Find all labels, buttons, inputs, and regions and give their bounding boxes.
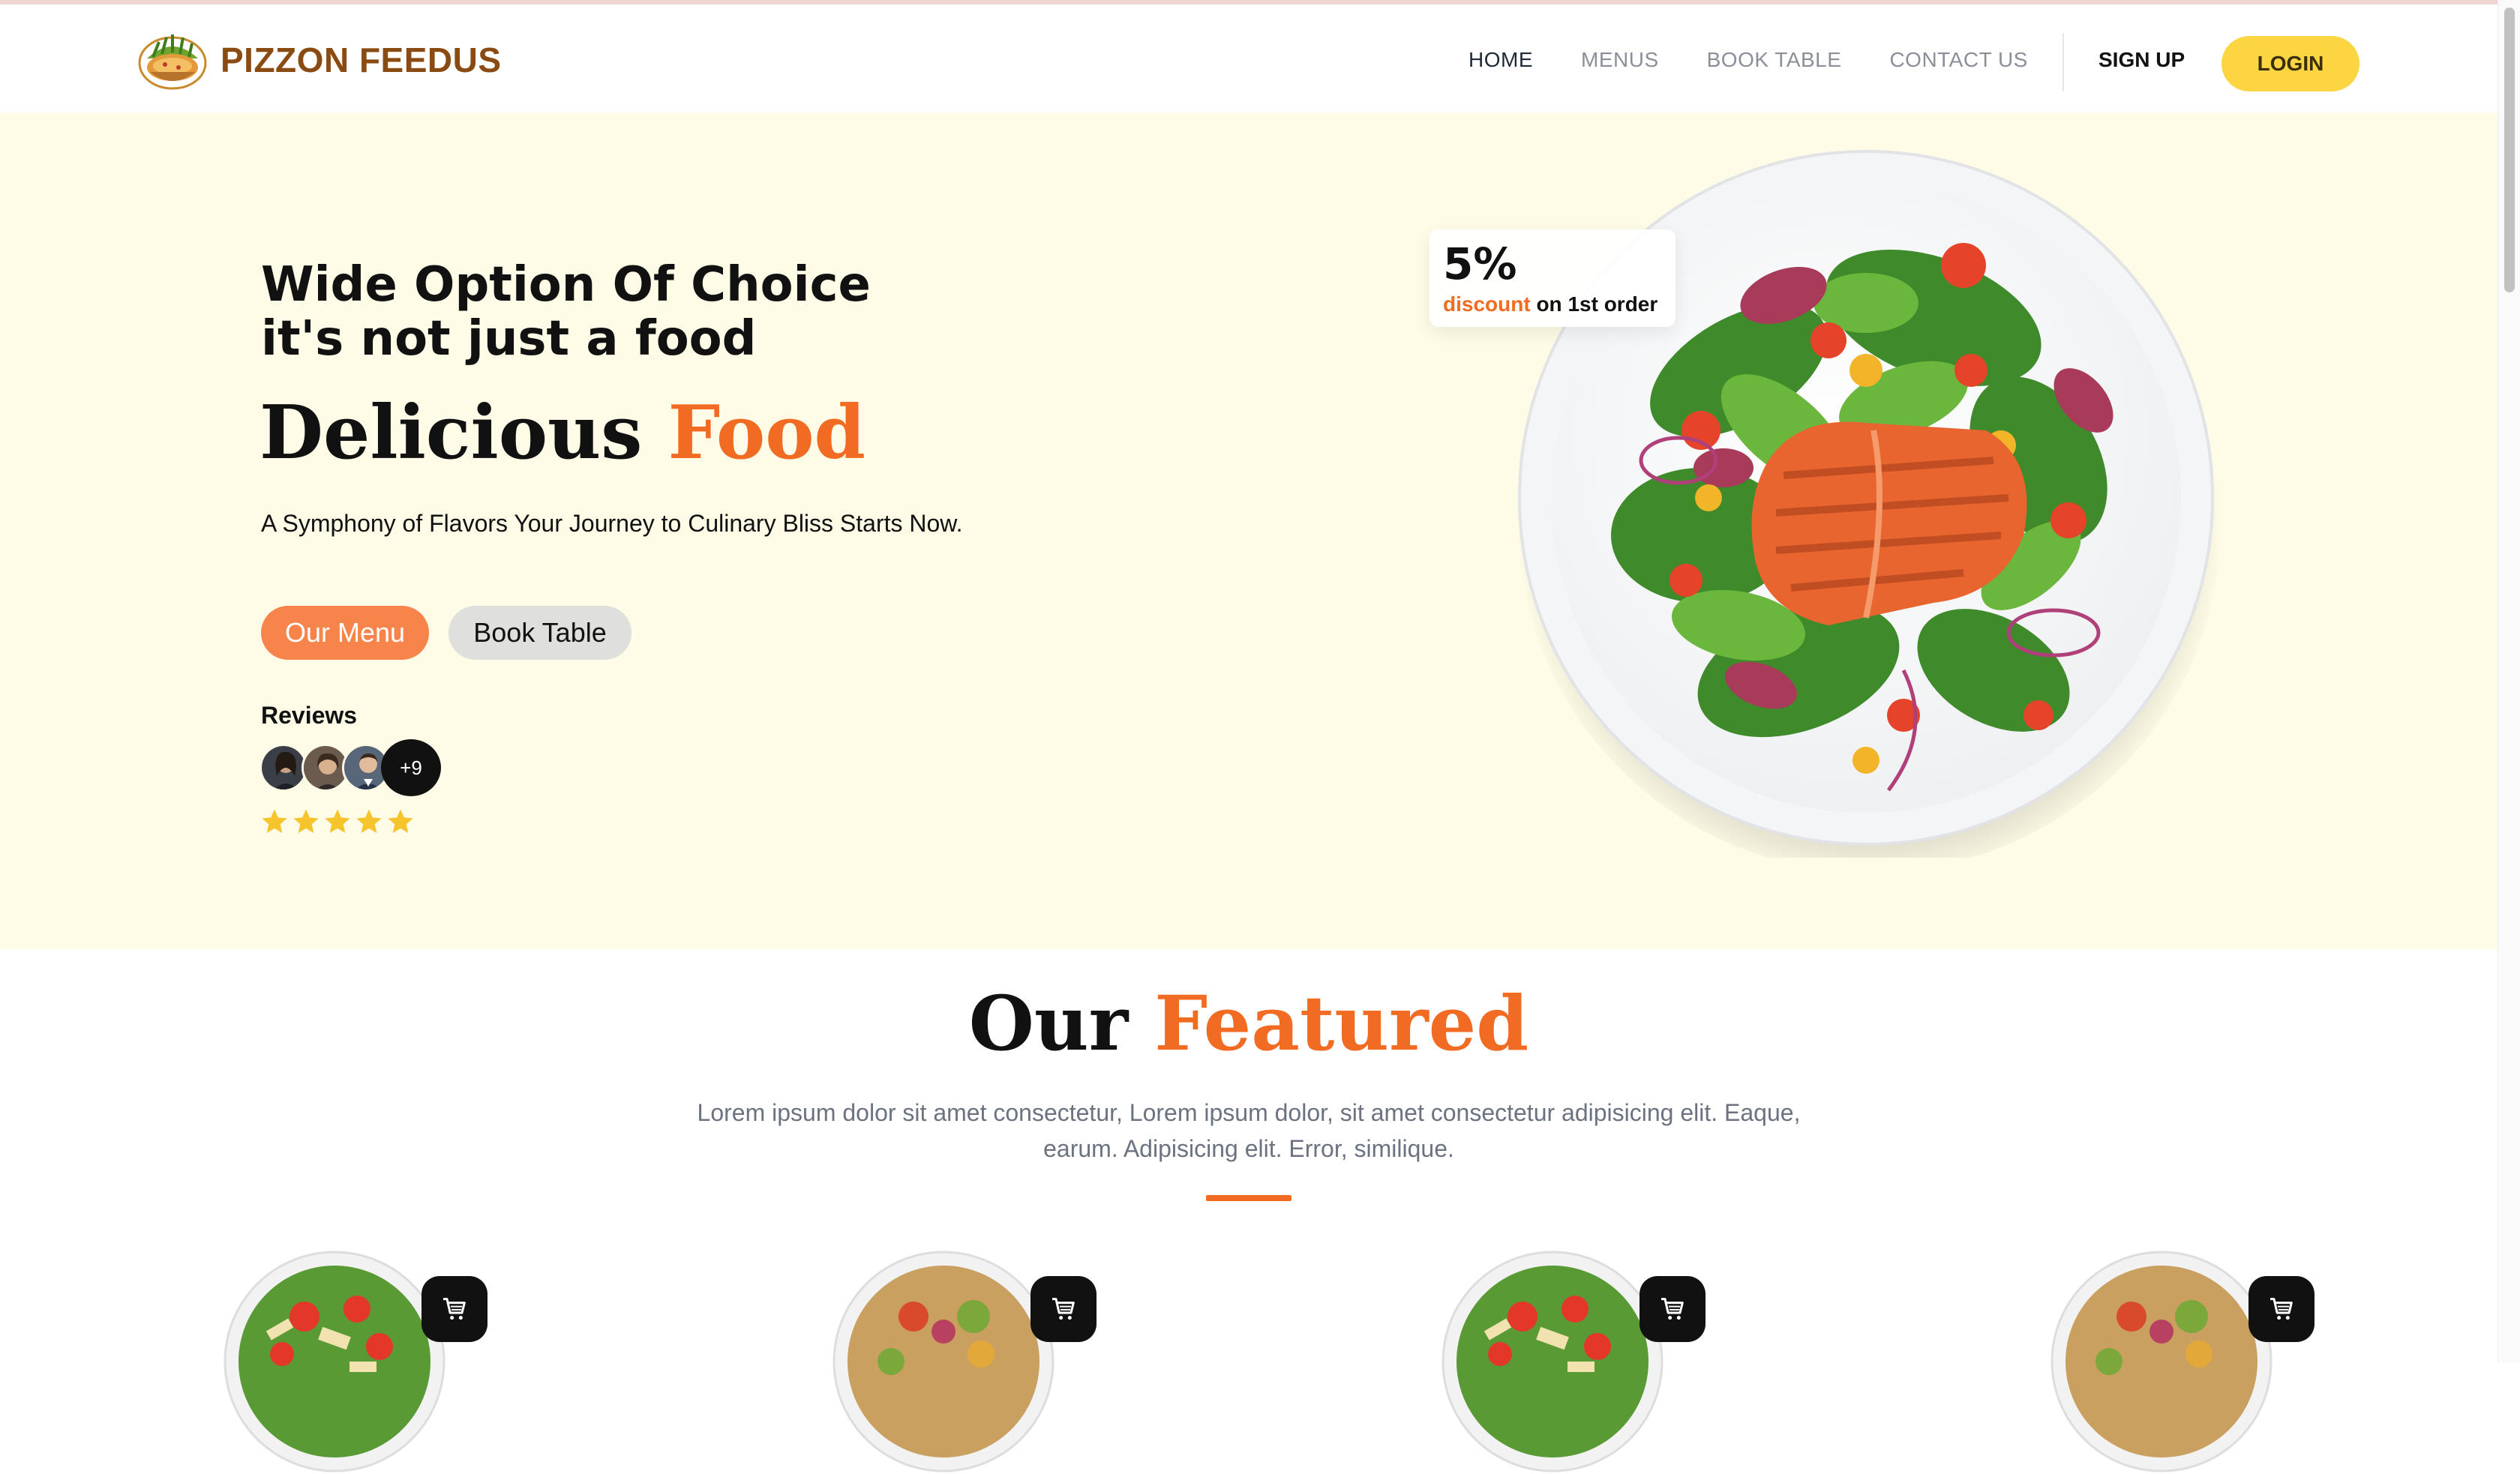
add-to-cart-button[interactable]: [1640, 1276, 1706, 1342]
cart-icon: [443, 1298, 466, 1320]
book-table-button[interactable]: Book Table: [448, 606, 632, 660]
grain-salad-bowl-image: [832, 1251, 1054, 1473]
featured-description: Lorem ipsum dolor sit amet consectetur, …: [697, 1099, 1801, 1162]
discount-percent: 5%: [1443, 238, 1517, 289]
featured-title-accent: Featured: [1154, 979, 1529, 1068]
cart-icon: [1661, 1298, 1684, 1320]
featured-title-word: Our: [968, 979, 1129, 1068]
rating-stars: [260, 807, 417, 837]
star-icon: [388, 809, 413, 833]
nav-link-menus[interactable]: MENUS: [1581, 48, 1659, 72]
hero-headline-accent: Food: [668, 390, 866, 476]
page-scrollbar[interactable]: [2498, 0, 2520, 1363]
discount-card: 5% discount on 1st order: [1430, 229, 1676, 327]
featured-underline: [1206, 1195, 1292, 1201]
caesar-salad-bowl-image: [224, 1251, 446, 1473]
star-icon: [262, 809, 287, 833]
hero-tagline: Wide Option Of Choice it's not just a fo…: [261, 258, 871, 366]
our-menu-button[interactable]: Our Menu: [261, 606, 429, 660]
signup-link[interactable]: SIGN UP: [2098, 48, 2185, 72]
hero-section: Wide Option Of Choice it's not just a fo…: [0, 112, 2498, 949]
hero-tagline-line-2: it's not just a food: [261, 311, 757, 367]
nav-link-contact-us[interactable]: CONTACT US: [1889, 48, 2027, 72]
login-button[interactable]: LOGIN: [2222, 36, 2360, 91]
scrollbar-thumb[interactable]: [2504, 7, 2515, 292]
nav-link-home[interactable]: HOME: [1468, 48, 1533, 72]
featured-card[interactable]: [1440, 1249, 1710, 1473]
hero-tagline-line-1: Wide Option Of Choice: [261, 257, 871, 313]
discount-text: discount on 1st order: [1443, 292, 1662, 316]
featured-card[interactable]: [2049, 1249, 2319, 1473]
star-icon: [293, 809, 319, 833]
discount-word: discount: [1443, 292, 1531, 316]
cart-icon: [1052, 1298, 1075, 1320]
featured-card[interactable]: [831, 1249, 1101, 1473]
avatar: [260, 744, 308, 792]
cart-icon: [2270, 1298, 2293, 1320]
brand[interactable]: PIZZON FEEDUS: [136, 28, 502, 91]
hero-headline-word: Delicious: [260, 390, 643, 476]
hero-subtext: A Symphony of Flavors Your Journey to Cu…: [261, 510, 963, 537]
featured-card[interactable]: [222, 1249, 492, 1473]
reviews-label: Reviews: [261, 702, 358, 729]
brand-name: PIZZON FEEDUS: [220, 40, 502, 79]
caesar-salad-bowl-image: [1442, 1251, 1664, 1473]
discount-rest: on 1st order: [1536, 292, 1658, 316]
star-icon: [325, 809, 350, 833]
star-icon: [356, 809, 382, 833]
featured-title: Our Featured: [0, 979, 2498, 1068]
hero-headline: Delicious Food: [260, 390, 866, 476]
navbar: PIZZON FEEDUS HOME MENUS BOOK TABLE CONT…: [0, 4, 2498, 112]
add-to-cart-button[interactable]: [1030, 1276, 1096, 1342]
pizza-basket-logo-icon: [138, 34, 207, 90]
add-to-cart-button[interactable]: [2248, 1276, 2314, 1342]
nav-divider: [2062, 33, 2064, 91]
nav-link-book-table[interactable]: BOOK TABLE: [1707, 48, 1842, 72]
add-to-cart-button[interactable]: [422, 1276, 488, 1342]
reviewer-avatars: +9: [260, 739, 447, 796]
grain-salad-bowl-image: [2050, 1251, 2272, 1473]
nav-links: HOME MENUS BOOK TABLE CONTACT US: [1468, 48, 2076, 72]
more-reviewers-badge: +9: [381, 739, 441, 796]
